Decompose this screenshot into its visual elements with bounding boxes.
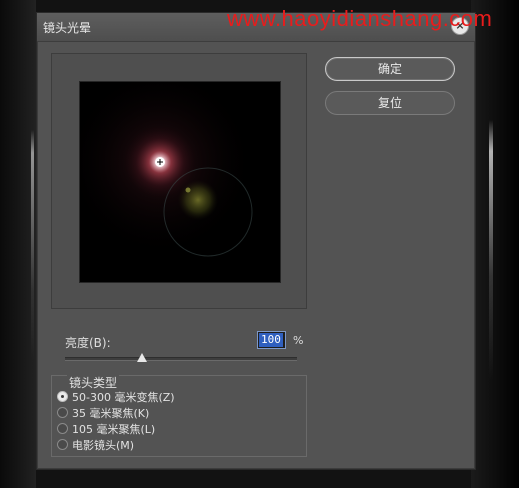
radio-button[interactable] xyxy=(57,438,68,450)
percent-unit: % xyxy=(293,334,304,347)
flare-orb xyxy=(178,180,218,220)
left-background-edge xyxy=(0,0,36,488)
lens-option-zoom[interactable]: 50-300 毫米变焦(Z) xyxy=(57,389,175,405)
preview-frame xyxy=(51,53,307,309)
lens-option-label: 105 毫米聚焦(L) xyxy=(72,423,156,436)
lens-option-35mm[interactable]: 35 毫米聚焦(K) xyxy=(57,405,149,421)
lens-option-label: 50-300 毫米变焦(Z) xyxy=(72,391,175,404)
dialog-title: 镜头光晕 xyxy=(43,21,92,35)
lens-option-105mm[interactable]: 105 毫米聚焦(L) xyxy=(57,421,155,437)
edge-highlight xyxy=(31,130,34,360)
lens-option-movie[interactable]: 电影镜头(M) xyxy=(57,437,134,453)
brightness-slider-track[interactable] xyxy=(65,357,297,361)
lens-flare-dialog: 镜头光晕 × www.haoyidianshang.com 确定 复位 亮度(B… xyxy=(36,6,492,470)
brightness-input[interactable]: 100 xyxy=(257,331,286,349)
brightness-label: 亮度(B): xyxy=(65,336,111,350)
flare-dot xyxy=(185,187,191,193)
right-background-edge xyxy=(471,0,519,488)
ok-button[interactable]: 确定 xyxy=(325,57,455,81)
radio-button[interactable] xyxy=(57,390,68,402)
lens-option-label: 35 毫米聚焦(K) xyxy=(72,407,150,420)
lens-option-label: 电影镜头(M) xyxy=(72,439,135,452)
radio-button[interactable] xyxy=(57,422,68,434)
brightness-slider-thumb[interactable] xyxy=(136,353,147,362)
brightness-value: 100 xyxy=(259,333,283,347)
edge-highlight xyxy=(489,120,493,380)
flare-preview-graphic xyxy=(80,82,280,282)
reset-button[interactable]: 复位 xyxy=(325,91,455,115)
radio-button[interactable] xyxy=(57,406,68,418)
flare-preview[interactable] xyxy=(79,81,281,283)
watermark-text: www.haoyidianshang.com xyxy=(227,6,493,31)
